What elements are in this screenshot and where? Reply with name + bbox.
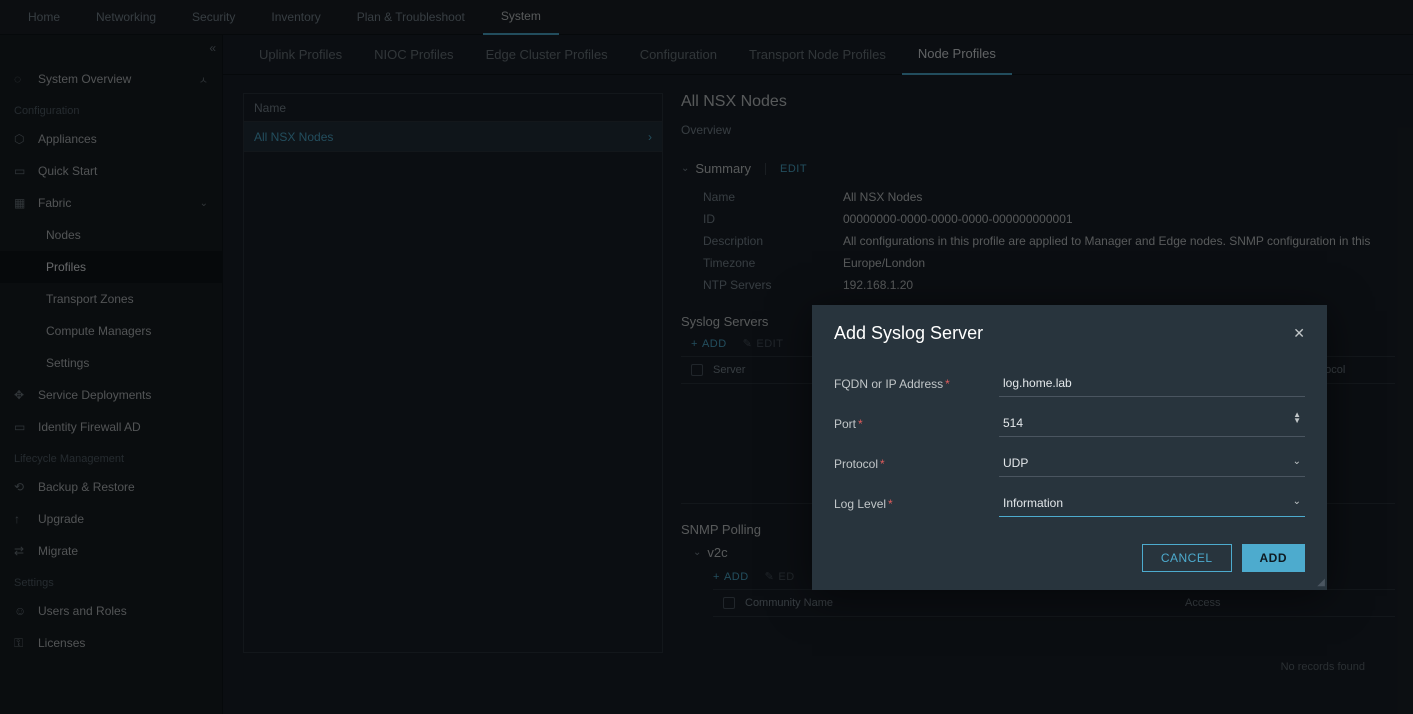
protocol-label: Protocol* bbox=[834, 457, 999, 471]
loglevel-label: Log Level* bbox=[834, 497, 999, 511]
modal-title: Add Syslog Server bbox=[834, 323, 983, 344]
protocol-select[interactable]: UDP bbox=[999, 452, 1305, 477]
port-input[interactable] bbox=[999, 412, 1305, 437]
port-label: Port* bbox=[834, 417, 999, 431]
add-button[interactable]: ADD bbox=[1242, 544, 1306, 572]
fqdn-label: FQDN or IP Address* bbox=[834, 377, 999, 391]
cancel-button[interactable]: CANCEL bbox=[1142, 544, 1232, 572]
add-syslog-modal: Add Syslog Server ✕ FQDN or IP Address* … bbox=[812, 305, 1327, 590]
loglevel-select[interactable]: Information bbox=[999, 492, 1305, 517]
fqdn-input[interactable] bbox=[999, 372, 1305, 397]
modal-close-button[interactable]: ✕ bbox=[1293, 325, 1305, 342]
